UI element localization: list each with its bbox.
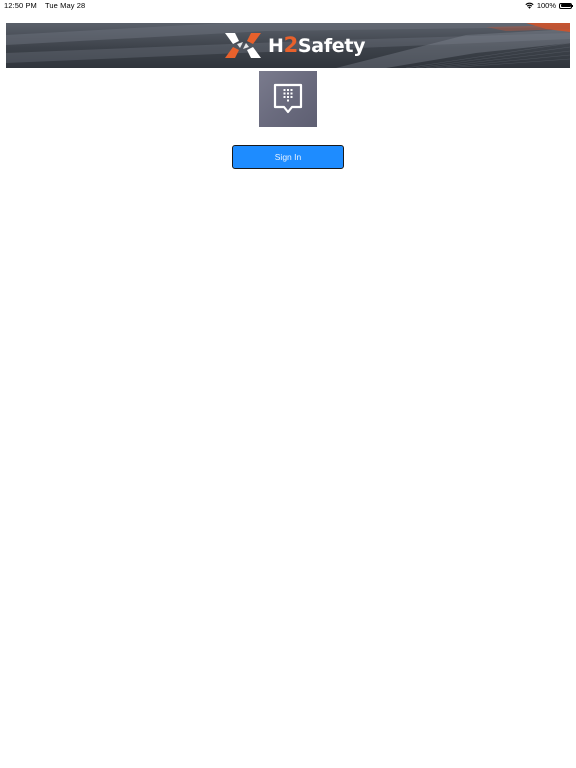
logo-wordmark-h: H	[268, 34, 284, 57]
status-right: 100%	[525, 1, 573, 10]
h2safety-logo: H2Safety	[224, 32, 366, 60]
logo-wordmark-safety: Safety	[297, 34, 366, 57]
battery-percent: 100%	[536, 1, 556, 10]
status-bar: 12:50 PM Tue May 28 100%	[0, 0, 576, 12]
sign-in-button[interactable]: Sign In	[232, 145, 344, 169]
battery-icon	[559, 2, 573, 9]
brand-banner: H2Safety	[6, 23, 570, 68]
logo-wordmark: H2Safety	[268, 32, 366, 60]
app-icon-tile	[259, 71, 317, 127]
status-date: Tue May 28	[44, 1, 86, 10]
wifi-icon	[525, 2, 534, 9]
h2safety-logo-mark-icon	[225, 33, 261, 58]
battery-fill	[560, 4, 571, 7]
status-time: 12:50 PM	[4, 1, 37, 10]
logo-wordmark-2: 2	[283, 32, 299, 57]
status-left: 12:50 PM Tue May 28	[4, 1, 91, 10]
chat-keypad-icon	[273, 83, 303, 114]
